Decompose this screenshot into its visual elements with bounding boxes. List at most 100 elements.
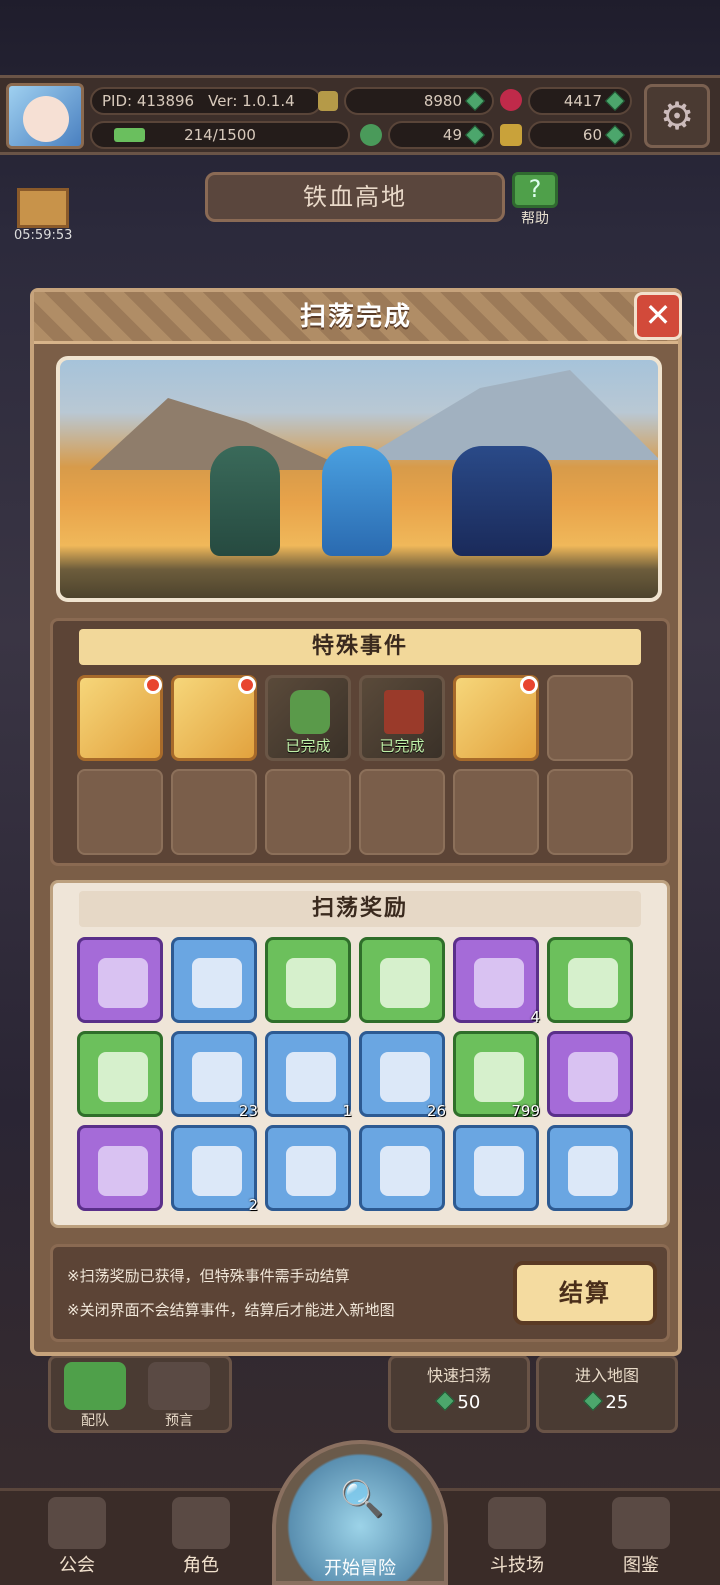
- reward-item[interactable]: [171, 937, 257, 1023]
- events-title: 特殊事件: [79, 629, 641, 665]
- energy-value: 214/1500: [184, 126, 256, 144]
- new-badge-icon: [238, 676, 256, 694]
- guild-icon: [48, 1497, 106, 1549]
- map-name[interactable]: 铁血高地: [205, 172, 505, 222]
- bone-icon: [380, 1146, 430, 1196]
- plus-gem-icon[interactable]: [465, 91, 485, 111]
- character-icon: [172, 1497, 230, 1549]
- empty-slot: [547, 769, 633, 855]
- reward-item[interactable]: 23: [171, 1031, 258, 1120]
- reward-count: 4: [530, 1008, 540, 1026]
- reward-item[interactable]: 26: [359, 1031, 446, 1120]
- quick-sweep-button[interactable]: 快速扫荡 50: [388, 1355, 530, 1433]
- slime-pink-icon: [568, 958, 618, 1008]
- avatar[interactable]: [6, 83, 84, 149]
- special-events-section: 特殊事件 已完成 已完成: [50, 618, 670, 866]
- empty-slot: [265, 769, 351, 855]
- team-button[interactable]: 配队: [60, 1362, 130, 1430]
- event-chest[interactable]: [171, 675, 257, 761]
- leather-armor-icon: [286, 1146, 336, 1196]
- reward-item[interactable]: 799: [453, 1031, 540, 1120]
- reward-count: 1: [342, 1102, 352, 1120]
- meat-icon: [192, 1052, 242, 1102]
- help-icon: ?: [512, 172, 558, 208]
- empty-slot: [453, 769, 539, 855]
- event-chest[interactable]: [77, 675, 163, 761]
- nav-guild[interactable]: 公会: [22, 1497, 132, 1583]
- goblin-icon: [290, 690, 330, 734]
- dialog-footer: ※扫荡奖励已获得，但特殊事件需手动结算 ※关闭界面不会结算事件，结算后才能进入新…: [50, 1244, 670, 1342]
- team-icon: [64, 1362, 126, 1410]
- dialog-title: 扫荡完成: [34, 292, 678, 344]
- help-label: 帮助: [521, 211, 549, 227]
- plus-gem-icon[interactable]: [465, 125, 485, 145]
- reward-item[interactable]: [265, 937, 351, 1023]
- help-button[interactable]: ? 帮助: [512, 172, 558, 227]
- reward-item[interactable]: [265, 1125, 351, 1211]
- enter-map-button[interactable]: 进入地图 25: [536, 1355, 678, 1433]
- reward-item[interactable]: [77, 937, 163, 1023]
- event-status: 已完成: [285, 737, 331, 755]
- gold-value: 8980: [423, 92, 462, 110]
- nav-character[interactable]: 角色: [146, 1497, 256, 1583]
- reward-count: 2: [248, 1196, 258, 1214]
- reward-item[interactable]: [77, 1031, 163, 1117]
- quick-sweep-cost: 50: [457, 1392, 481, 1413]
- reward-count: 26: [426, 1102, 446, 1120]
- helmet-icon: [192, 1146, 242, 1196]
- plus-gem-icon[interactable]: [605, 91, 625, 111]
- nav-arena[interactable]: 斗技场: [462, 1497, 572, 1583]
- crossed-swords-icon: [488, 1497, 546, 1549]
- codex-icon: [612, 1497, 670, 1549]
- event-gift[interactable]: 已完成: [359, 675, 445, 761]
- reward-item[interactable]: [453, 1125, 539, 1211]
- ruby-icon: [500, 89, 522, 111]
- hero-dragon-girl: [452, 446, 552, 556]
- close-icon[interactable]: ✕: [634, 292, 682, 340]
- prophecy-button[interactable]: 预言: [144, 1362, 214, 1430]
- clover-stat: 49: [388, 121, 494, 149]
- clover-cost-icon: [434, 1391, 455, 1411]
- note-line-1: ※扫荡奖励已获得，但特殊事件需手动结算: [67, 1267, 350, 1285]
- battle-scene: [56, 356, 662, 602]
- reward-item[interactable]: [359, 1125, 445, 1211]
- rewards-title: 扫荡奖励: [79, 891, 641, 927]
- settle-button[interactable]: 结算: [513, 1261, 657, 1325]
- nav-codex[interactable]: 图鉴: [586, 1497, 696, 1583]
- gift-icon: [17, 188, 69, 228]
- nav-arena-label: 斗技场: [490, 1555, 544, 1576]
- event-goblin[interactable]: 已完成: [265, 675, 351, 761]
- event-chest[interactable]: [453, 675, 539, 761]
- chest-armor-icon: [474, 1146, 524, 1196]
- dark-armor-icon: [98, 1146, 148, 1196]
- green-gem-frame-icon: [98, 958, 148, 1008]
- settings-gear-icon[interactable]: ⚙: [644, 84, 710, 148]
- reward-item[interactable]: 1: [265, 1031, 352, 1120]
- reward-item[interactable]: [359, 937, 445, 1023]
- event-status: 已完成: [379, 737, 425, 755]
- reward-item[interactable]: [547, 1031, 633, 1117]
- reward-item[interactable]: [547, 1125, 633, 1211]
- sweep-complete-dialog: 扫荡完成 ✕ 特殊事件 已完成 已完成 扫荡奖励 4 23 1 26 799 2 ※扫荡奖…: [30, 288, 682, 1356]
- purple-crystal-icon: [286, 958, 336, 1008]
- reward-item[interactable]: [77, 1125, 163, 1211]
- reward-item[interactable]: 2: [171, 1125, 258, 1214]
- sweep-rewards-section: 扫荡奖励 4 23 1 26 799 2: [50, 880, 670, 1228]
- gift-timer[interactable]: 05:59:53: [14, 188, 72, 243]
- plus-gem-icon[interactable]: [605, 125, 625, 145]
- nav-character-label: 角色: [183, 1555, 219, 1576]
- team-label: 配队: [81, 1413, 109, 1429]
- new-badge-icon: [144, 676, 162, 694]
- gold-coin-icon: [318, 91, 338, 111]
- white-gem-icon: [474, 1052, 524, 1102]
- start-adventure-label: 开始冒险: [324, 1558, 396, 1579]
- clover-value: 49: [442, 126, 462, 144]
- clover-icon: [360, 124, 382, 146]
- reward-count: 799: [511, 1102, 540, 1120]
- pid-label: PID: 413896: [102, 92, 195, 110]
- crystal-icon: [380, 958, 430, 1008]
- note-line-2: ※关闭界面不会结算事件，结算后才能进入新地图: [67, 1301, 395, 1319]
- reward-item[interactable]: 4: [453, 937, 540, 1026]
- crystal-icon: [192, 958, 242, 1008]
- reward-item[interactable]: [547, 937, 633, 1023]
